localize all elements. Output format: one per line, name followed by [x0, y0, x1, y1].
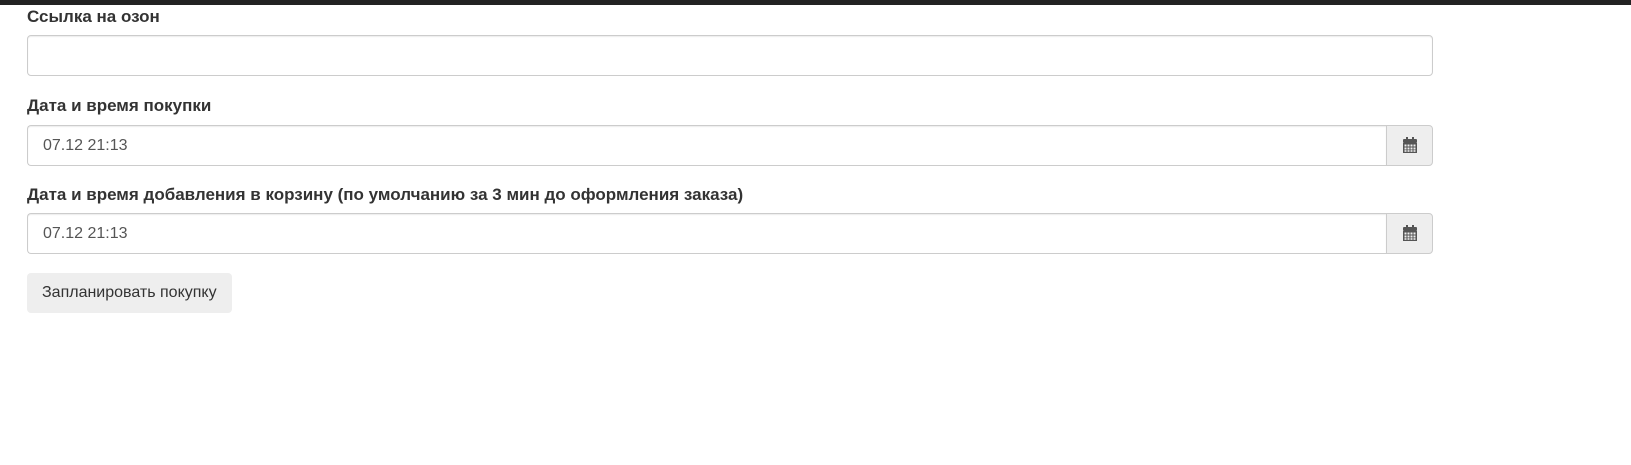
- top-navbar-strip: [0, 0, 1631, 5]
- calendar-icon: [1402, 137, 1417, 153]
- ozon-link-label: Ссылка на озон: [27, 7, 160, 26]
- purchase-datetime-group: [27, 125, 1433, 166]
- purchase-datetime-label: Дата и время покупки: [27, 96, 212, 115]
- purchase-datetime-input[interactable]: [27, 125, 1386, 166]
- cart-datetime-group: [27, 213, 1433, 254]
- cart-datetime-input[interactable]: [27, 213, 1386, 254]
- calendar-icon: [1402, 225, 1417, 241]
- purchase-datetime-calendar-button[interactable]: [1386, 125, 1433, 166]
- schedule-purchase-button[interactable]: Запланировать покупку: [27, 273, 232, 313]
- cart-datetime-label: Дата и время добавления в корзину (по ум…: [27, 185, 744, 204]
- cart-datetime-calendar-button[interactable]: [1386, 213, 1433, 254]
- ozon-link-input[interactable]: [27, 35, 1433, 76]
